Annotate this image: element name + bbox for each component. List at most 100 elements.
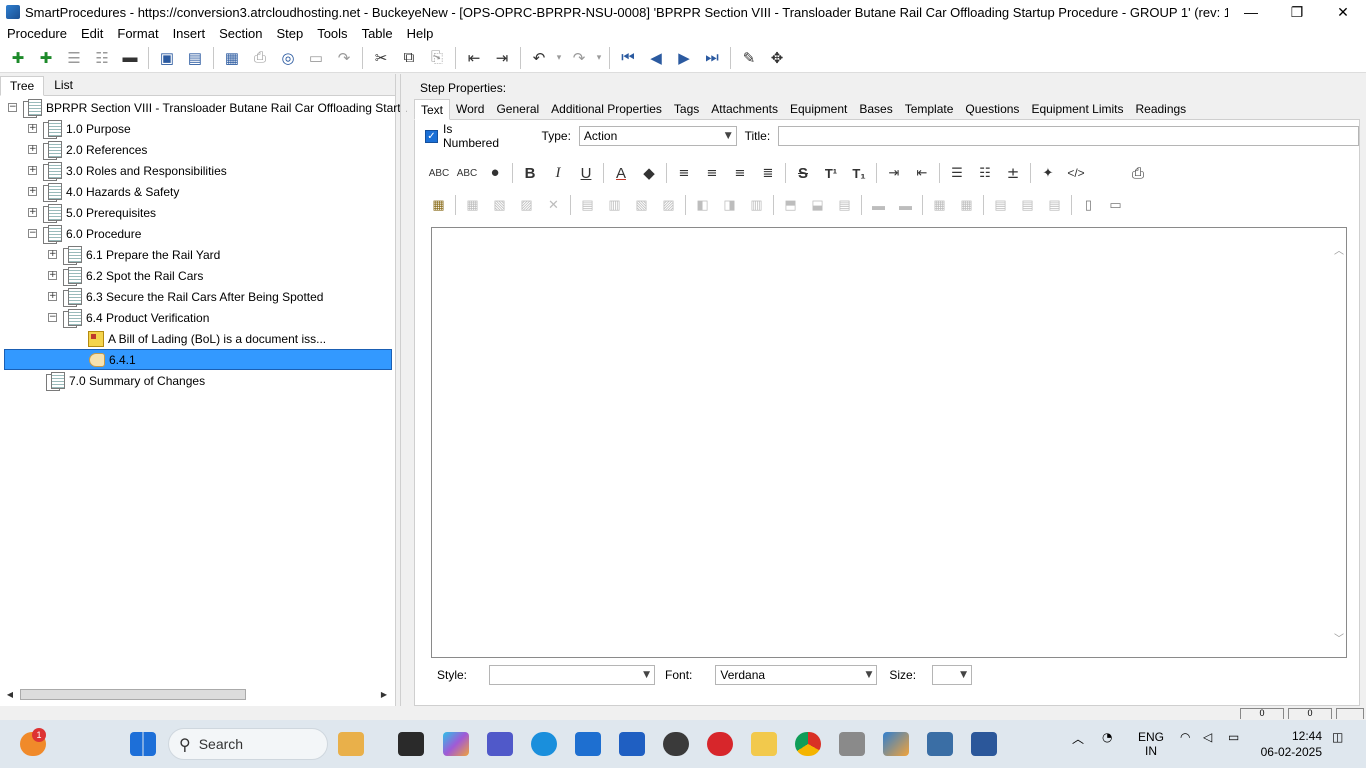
chevron-up-icon[interactable]: ︿ bbox=[1072, 730, 1084, 747]
tree-item-selected[interactable]: 6.4.1 bbox=[4, 349, 392, 370]
clock[interactable]: 12:44 06-02-2025 bbox=[1252, 728, 1322, 760]
insert-line-icon[interactable]: ± bbox=[999, 161, 1027, 185]
indent-icon[interactable]: ⇥ bbox=[488, 45, 516, 71]
menu-table[interactable]: Table bbox=[355, 26, 400, 41]
tree-item[interactable]: + 5.0 Prerequisites bbox=[28, 202, 156, 223]
underline-button[interactable]: U bbox=[572, 161, 600, 185]
magic-wand-icon[interactable]: ✦ bbox=[1034, 161, 1062, 185]
menu-format[interactable]: Format bbox=[110, 26, 165, 41]
taskbar-search[interactable]: ⚲ Search bbox=[168, 728, 328, 760]
tab-readings[interactable]: Readings bbox=[1129, 99, 1192, 120]
strikethrough-button[interactable]: S bbox=[789, 161, 817, 185]
scroll-up-icon[interactable]: ︿ bbox=[1334, 242, 1344, 257]
language-indicator[interactable]: ENG IN bbox=[1138, 730, 1164, 758]
sphere-icon[interactable]: ● bbox=[481, 161, 509, 185]
preview-icon[interactable]: ▦ bbox=[218, 45, 246, 71]
menu-step[interactable]: Step bbox=[269, 26, 310, 41]
font-select[interactable]: Verdana ▼ bbox=[715, 665, 878, 685]
style-select[interactable]: ▼ bbox=[489, 665, 656, 685]
tree-item[interactable]: + 6.3 Secure the Rail Cars After Being S… bbox=[48, 286, 323, 307]
expand-icon[interactable]: + bbox=[28, 166, 37, 175]
expand-icon[interactable]: + bbox=[48, 271, 57, 280]
tree-item[interactable]: 7.0 Summary of Changes bbox=[46, 370, 205, 391]
expand-icon[interactable]: + bbox=[28, 145, 37, 154]
last-icon[interactable]: ⏭ bbox=[698, 45, 726, 71]
notification-icon[interactable]: ◫ bbox=[1332, 730, 1343, 744]
align-left-icon[interactable]: ≡ bbox=[670, 161, 698, 185]
outdent-icon[interactable]: ⇤ bbox=[460, 45, 488, 71]
window-icon[interactable]: ▭ bbox=[302, 45, 330, 71]
menu-insert[interactable]: Insert bbox=[166, 26, 213, 41]
dell-icon[interactable] bbox=[663, 732, 689, 756]
print-icon[interactable]: ⎙ bbox=[246, 45, 274, 71]
tab-attachments[interactable]: Attachments bbox=[705, 99, 784, 120]
font-color-button[interactable]: A bbox=[607, 161, 635, 185]
tree-item[interactable]: A Bill of Lading (BoL) is a document iss… bbox=[88, 328, 326, 349]
highlight-icon[interactable]: ◆ bbox=[635, 161, 663, 185]
next-icon[interactable]: ▶ bbox=[670, 45, 698, 71]
refresh-icon[interactable]: ◎ bbox=[274, 45, 302, 71]
restore-button[interactable]: ❐ bbox=[1274, 0, 1320, 24]
undo-icon[interactable]: ↶ bbox=[525, 45, 553, 71]
tab-questions[interactable]: Questions bbox=[959, 99, 1025, 120]
tree-item[interactable]: + 6.1 Prepare the Rail Yard bbox=[48, 244, 220, 265]
tree-item[interactable]: + 3.0 Roles and Responsibilities bbox=[28, 160, 227, 181]
menu-procedure[interactable]: Procedure bbox=[0, 26, 74, 41]
network-icon[interactable]: ◔ bbox=[1102, 730, 1112, 744]
first-icon[interactable]: ⏮ bbox=[614, 45, 642, 71]
bold-button[interactable]: B bbox=[516, 161, 544, 185]
wifi-icon[interactable]: ◠ bbox=[1180, 730, 1190, 744]
battery-icon[interactable]: ▭ bbox=[1228, 730, 1239, 744]
file-explorer-icon[interactable] bbox=[751, 732, 777, 756]
indent-icon[interactable]: ⇥ bbox=[880, 161, 908, 185]
superscript-button[interactable]: T¹ bbox=[817, 161, 845, 185]
list-icon[interactable]: ☰ bbox=[60, 45, 88, 71]
outdent-icon[interactable]: ⇤ bbox=[908, 161, 936, 185]
smartprocedures-icon[interactable] bbox=[883, 732, 909, 756]
minimize-button[interactable]: — bbox=[1228, 0, 1274, 24]
is-numbered-checkbox[interactable]: ✓ bbox=[425, 129, 438, 143]
align-right-icon[interactable]: ≡ bbox=[726, 161, 754, 185]
tab-tree[interactable]: Tree bbox=[0, 76, 45, 96]
opera-icon[interactable] bbox=[707, 732, 733, 756]
tab-text[interactable]: Text bbox=[414, 99, 451, 120]
expand-icon[interactable]: + bbox=[28, 124, 37, 133]
redo-icon[interactable]: ↷ bbox=[565, 45, 593, 71]
app-icon[interactable] bbox=[839, 732, 865, 756]
step-text-editor[interactable]: ︿ ﹀ bbox=[431, 227, 1347, 658]
tree-root[interactable]: − BPRPR Section VIII - Transloader Butan… bbox=[8, 97, 411, 118]
numbered-list-icon[interactable]: ☷ bbox=[971, 161, 999, 185]
expand-icon[interactable]: + bbox=[48, 250, 57, 259]
menu-section[interactable]: Section bbox=[212, 26, 269, 41]
spellcheck-icon[interactable]: ABC bbox=[425, 161, 453, 185]
type-select[interactable]: Action ▼ bbox=[578, 126, 737, 146]
horizontal-scrollbar[interactable]: ◀ ▶ bbox=[4, 686, 390, 703]
scroll-left-icon[interactable]: ◀ bbox=[4, 690, 16, 699]
tree-item[interactable]: + 4.0 Hazards & Safety bbox=[28, 181, 179, 202]
tree-item[interactable]: + 2.0 References bbox=[28, 139, 147, 160]
expand-icon[interactable]: + bbox=[28, 187, 37, 196]
scroll-thumb[interactable] bbox=[20, 689, 246, 700]
html-source-button[interactable]: </> bbox=[1062, 161, 1090, 185]
tree-item[interactable]: + 1.0 Purpose bbox=[28, 118, 131, 139]
store-icon[interactable] bbox=[575, 732, 601, 756]
scroll-track[interactable] bbox=[16, 688, 378, 701]
justify-icon[interactable]: ≣ bbox=[754, 161, 782, 185]
cut-icon[interactable]: ✂ bbox=[367, 45, 395, 71]
tab-additional-properties[interactable]: Additional Properties bbox=[545, 99, 668, 120]
collapse-icon[interactable]: − bbox=[28, 229, 37, 238]
remove-icon[interactable]: ▬ bbox=[116, 45, 144, 71]
move-icon[interactable]: ✥ bbox=[763, 45, 791, 71]
menu-help[interactable]: Help bbox=[400, 26, 441, 41]
tab-general[interactable]: General bbox=[490, 99, 545, 120]
previous-icon[interactable]: ◀ bbox=[642, 45, 670, 71]
collapse-icon[interactable]: − bbox=[8, 103, 17, 112]
copy-icon[interactable]: ⧉ bbox=[395, 45, 423, 71]
add-icon[interactable]: ✚ bbox=[4, 45, 32, 71]
scroll-right-icon[interactable]: ▶ bbox=[378, 690, 390, 699]
azure-icon[interactable] bbox=[619, 732, 645, 756]
word-icon[interactable] bbox=[971, 732, 997, 756]
tab-equipment[interactable]: Equipment bbox=[784, 99, 853, 120]
save-all-icon[interactable]: ▣ bbox=[153, 45, 181, 71]
remote-desktop-icon[interactable] bbox=[927, 732, 953, 756]
